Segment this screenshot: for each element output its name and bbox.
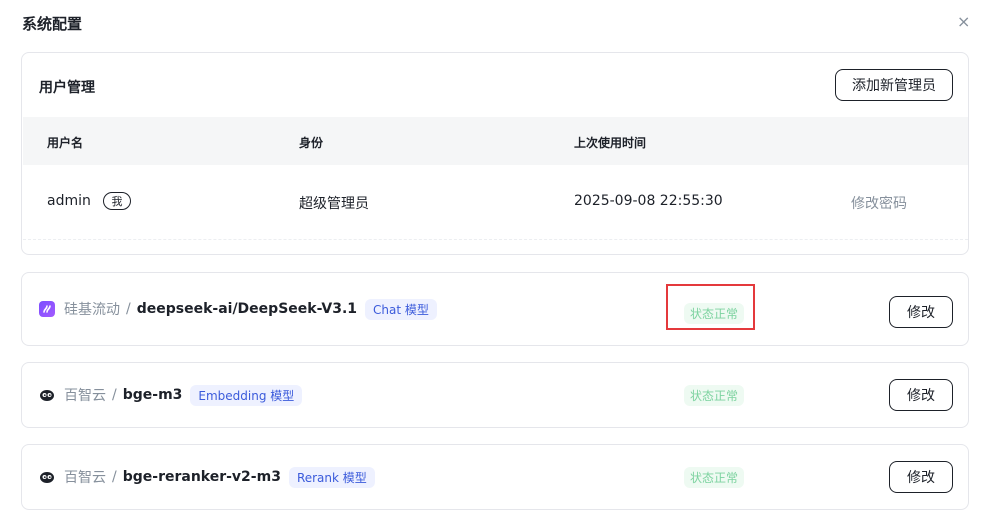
model-card-bge-reranker: 百智云 / bge-reranker-v2-m3 Rerank 模型 状态正常 … [21, 444, 969, 510]
provider-separator: / [126, 301, 131, 317]
user-management-card: 用户管理 添加新管理员 用户名 身份 上次使用时间 admin 我 超级管理员 … [21, 52, 969, 255]
status-badge: 状态正常 [684, 385, 745, 406]
table-row: admin 我 超级管理员 2025-09-08 22:55:30 修改密码 [23, 165, 968, 240]
dialog-title: 系统配置 [22, 15, 83, 33]
edit-model-button[interactable]: 修改 [889, 379, 953, 411]
model-type-tag: Chat 模型 [365, 298, 437, 320]
model-provider: 百智云 [64, 388, 106, 404]
add-admin-button[interactable]: 添加新管理员 [835, 69, 953, 101]
username: admin [47, 193, 91, 209]
baizhiyun-icon [39, 469, 55, 485]
model-provider: 硅基流动 [64, 302, 120, 318]
model-card-deepseek: 硅基流动 / deepseek-ai/DeepSeek-V3.1 Chat 模型… [21, 272, 969, 346]
close-icon[interactable]: × [957, 13, 970, 31]
edit-model-button[interactable]: 修改 [889, 461, 953, 493]
me-badge: 我 [103, 192, 131, 210]
model-name: bge-m3 [122, 387, 183, 403]
model-type-tag: Rerank 模型 [288, 466, 375, 488]
last-used-time: 2025-09-08 22:55:30 [574, 193, 723, 209]
user-table-header: 用户名 身份 上次使用时间 [23, 117, 968, 165]
baizhiyun-icon [39, 387, 55, 403]
column-username: 用户名 [47, 136, 84, 150]
column-last-used: 上次使用时间 [574, 136, 647, 150]
model-provider: 百智云 [64, 470, 106, 486]
model-type-tag: Embedding 模型 [190, 384, 303, 406]
model-name: deepseek-ai/DeepSeek-V3.1 [136, 301, 357, 317]
status-badge: 状态正常 [684, 467, 745, 488]
column-role: 身份 [299, 136, 324, 150]
siliconflow-icon [39, 301, 55, 317]
model-name: bge-reranker-v2-m3 [122, 469, 281, 485]
user-management-title: 用户管理 [39, 80, 95, 96]
status-badge: 状态正常 [684, 303, 745, 324]
model-card-bge-m3: 百智云 / bge-m3 Embedding 模型 状态正常 修改 [21, 362, 969, 428]
change-password-link[interactable]: 修改密码 [851, 193, 907, 213]
provider-separator: / [112, 387, 117, 403]
provider-separator: / [112, 469, 117, 485]
edit-model-button[interactable]: 修改 [889, 296, 953, 328]
user-role: 超级管理员 [299, 196, 369, 212]
